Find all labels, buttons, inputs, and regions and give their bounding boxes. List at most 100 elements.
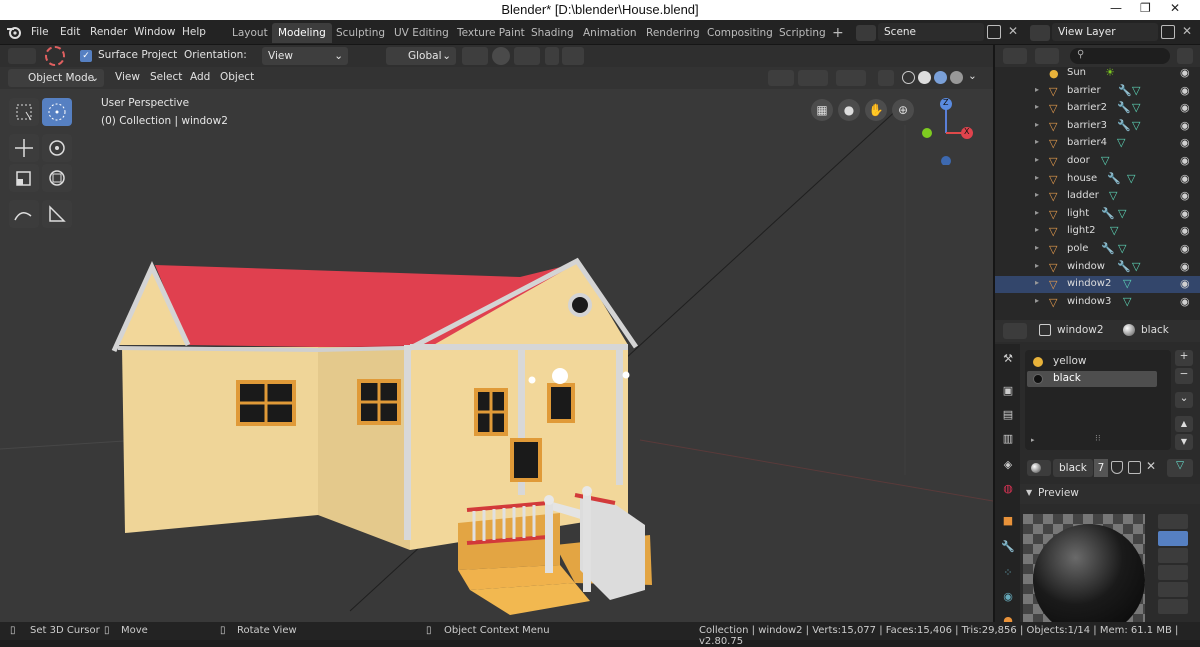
tab-texture-paint[interactable]: Texture Paint xyxy=(451,23,531,43)
eye-icon[interactable]: ◉ xyxy=(1180,295,1190,308)
mesh-data-icon[interactable]: ▽ xyxy=(1109,189,1117,202)
mesh-data-icon[interactable]: ▽ xyxy=(1132,84,1140,97)
menu-render[interactable]: Render xyxy=(90,26,127,38)
add-workspace-icon[interactable]: + xyxy=(826,23,850,43)
menu-window[interactable]: Window xyxy=(134,26,175,38)
expand-arrow-icon[interactable]: ▸ xyxy=(1035,120,1039,129)
axis-gizmo[interactable] xyxy=(915,95,985,165)
fake-user-icon[interactable] xyxy=(1111,461,1123,474)
pan-view-icon[interactable]: ✋ xyxy=(865,99,887,121)
mesh-data-icon[interactable]: ▽ xyxy=(1118,242,1126,255)
expand-arrow-icon[interactable]: ▸ xyxy=(1035,190,1039,199)
modifier-tab-icon[interactable]: 🔧 xyxy=(1001,540,1015,554)
expand-arrow-icon[interactable]: ▸ xyxy=(1035,278,1039,287)
eye-icon[interactable]: ◉ xyxy=(1180,136,1190,149)
new-scene-icon[interactable] xyxy=(987,25,1001,39)
preview-cube-icon[interactable] xyxy=(1158,548,1188,563)
remove-scene-icon[interactable]: ✕ xyxy=(1008,24,1018,38)
mesh-data-icon[interactable]: ▽ xyxy=(1132,119,1140,132)
preview-monkey-icon[interactable] xyxy=(1158,582,1188,597)
expand-arrow-icon[interactable]: ▸ xyxy=(1035,85,1039,94)
mesh-data-icon[interactable]: ▽ xyxy=(1110,224,1118,237)
expand-arrow-icon[interactable]: ▸ xyxy=(1035,173,1039,182)
mesh-data-icon[interactable]: ▽ xyxy=(1101,154,1109,167)
outliner-item-window2[interactable]: ▸ ▽ window2 ▽ ◉ xyxy=(995,276,1200,294)
mesh-data-icon[interactable]: ▽ xyxy=(1132,101,1140,114)
preview-panel-header[interactable]: ▼ Preview xyxy=(1020,484,1200,504)
tab-shading[interactable]: Shading xyxy=(525,23,580,43)
expand-arrow-icon[interactable]: ▸ xyxy=(1035,296,1039,305)
output-tab-icon[interactable]: ▤ xyxy=(1001,408,1015,422)
eye-icon[interactable]: ◉ xyxy=(1180,207,1190,220)
menu-help[interactable]: Help xyxy=(182,26,206,38)
outliner-item-light[interactable]: ▸ ▽ light 🔧 ▽ ◉ xyxy=(995,206,1200,223)
eye-icon[interactable]: ◉ xyxy=(1180,260,1190,273)
move-slot-up-icon[interactable]: ▲ xyxy=(1175,416,1193,432)
blender-logo-icon[interactable] xyxy=(6,25,22,39)
tab-animation[interactable]: Animation xyxy=(577,23,643,43)
tab-scripting[interactable]: Scripting xyxy=(773,23,832,43)
maximize-icon[interactable]: ❐ xyxy=(1140,1,1151,15)
eye-icon[interactable]: ◉ xyxy=(1180,66,1190,79)
minimize-icon[interactable]: — xyxy=(1110,1,1122,15)
modifier-icon[interactable]: 🔧 xyxy=(1101,207,1115,220)
remove-view-layer-icon[interactable]: ✕ xyxy=(1182,24,1192,38)
outliner-item-barrier[interactable]: ▸ ▽ barrier 🔧 ▽ ◉ xyxy=(995,83,1200,100)
preview-flat-icon[interactable] xyxy=(1158,514,1188,529)
scene-selector-icon[interactable] xyxy=(856,25,876,41)
toggle-grid-icon[interactable]: ▦ xyxy=(811,99,833,121)
slot-specials-icon[interactable]: ⌄ xyxy=(1175,392,1193,408)
outliner-item-house[interactable]: ▸ ▽ house 🔧 ▽ ◉ xyxy=(995,171,1200,188)
mesh-data-icon[interactable]: ▽ xyxy=(1117,136,1125,149)
view-layer-field[interactable]: View Layer xyxy=(1052,23,1158,41)
eye-icon[interactable]: ◉ xyxy=(1180,154,1190,167)
outliner-item-door[interactable]: ▸ ▽ door ▽ ◉ xyxy=(995,153,1200,170)
material-slot-list[interactable]: yellow black ▸ ⁝⁝ xyxy=(1025,350,1171,450)
zoom-view-icon[interactable]: ⊕ xyxy=(892,99,914,121)
expand-arrow-icon[interactable]: ▸ xyxy=(1035,155,1039,164)
tab-modeling[interactable]: Modeling xyxy=(272,23,332,43)
view-layer-icon[interactable] xyxy=(1030,25,1050,41)
world-tab-icon[interactable]: ◍ xyxy=(1001,482,1015,496)
eye-icon[interactable]: ◉ xyxy=(1180,101,1190,114)
expand-arrow-icon[interactable]: ▸ xyxy=(1035,102,1039,111)
material-name-field[interactable]: black xyxy=(1053,459,1093,477)
scene-tab-icon[interactable]: ◈ xyxy=(1001,458,1015,472)
add-slot-button[interactable]: + xyxy=(1175,350,1193,366)
duplicate-material-icon[interactable] xyxy=(1128,461,1141,474)
browse-material-icon[interactable] xyxy=(1027,460,1051,476)
close-icon[interactable]: ✕ xyxy=(1170,1,1180,15)
tool-tab-icon[interactable]: ⚒ xyxy=(1001,352,1015,366)
particles-tab-icon[interactable]: ⁘ xyxy=(1001,566,1015,580)
light-data-icon[interactable]: ☀ xyxy=(1105,66,1115,79)
preview-cloth-icon[interactable] xyxy=(1158,599,1188,614)
tab-uv-editing[interactable]: UV Editing xyxy=(388,23,455,43)
eye-icon[interactable]: ◉ xyxy=(1180,84,1190,97)
eye-icon[interactable]: ◉ xyxy=(1180,172,1190,185)
camera-view-icon[interactable]: ● xyxy=(838,99,860,121)
preview-sphere-icon[interactable] xyxy=(1158,531,1188,546)
list-item[interactable]: black xyxy=(1027,371,1157,387)
outliner-item-barrier2[interactable]: ▸ ▽ barrier2 🔧 ▽ ◉ xyxy=(995,100,1200,117)
expand-arrow-icon[interactable]: ▸ xyxy=(1035,137,1039,146)
modifier-icon[interactable]: 🔧 xyxy=(1117,101,1131,114)
expand-arrow-icon[interactable]: ▸ xyxy=(1035,243,1039,252)
mesh-data-icon[interactable]: ▽ xyxy=(1132,260,1140,273)
eye-icon[interactable]: ◉ xyxy=(1180,224,1190,237)
new-view-layer-icon[interactable] xyxy=(1161,25,1175,39)
outliner-item-light2[interactable]: ▸ ▽ light2 ▽ ◉ xyxy=(995,223,1200,240)
mesh-data-icon[interactable]: ▽ xyxy=(1127,172,1135,185)
eye-icon[interactable]: ◉ xyxy=(1180,189,1190,202)
modifier-icon[interactable]: 🔧 xyxy=(1118,84,1132,97)
menu-edit[interactable]: Edit xyxy=(60,26,80,38)
tab-sculpting[interactable]: Sculpting xyxy=(330,23,391,43)
editor-type-icon[interactable] xyxy=(1003,48,1027,64)
outliner-item-barrier4[interactable]: ▸ ▽ barrier4 ▽ ◉ xyxy=(995,135,1200,152)
tab-layout[interactable]: Layout xyxy=(226,23,274,43)
expand-arrow-icon[interactable]: ▸ xyxy=(1035,261,1039,270)
expand-arrow-icon[interactable]: ▸ xyxy=(1035,225,1039,234)
viewport-3d[interactable]: ✓ Surface Project Orientation: View ⌄ Glo… xyxy=(0,45,993,622)
list-item[interactable]: yellow xyxy=(1027,354,1167,370)
outliner-item-pole[interactable]: ▸ ▽ pole 🔧 ▽ ◉ xyxy=(995,241,1200,258)
display-mode-icon[interactable] xyxy=(1035,48,1059,64)
